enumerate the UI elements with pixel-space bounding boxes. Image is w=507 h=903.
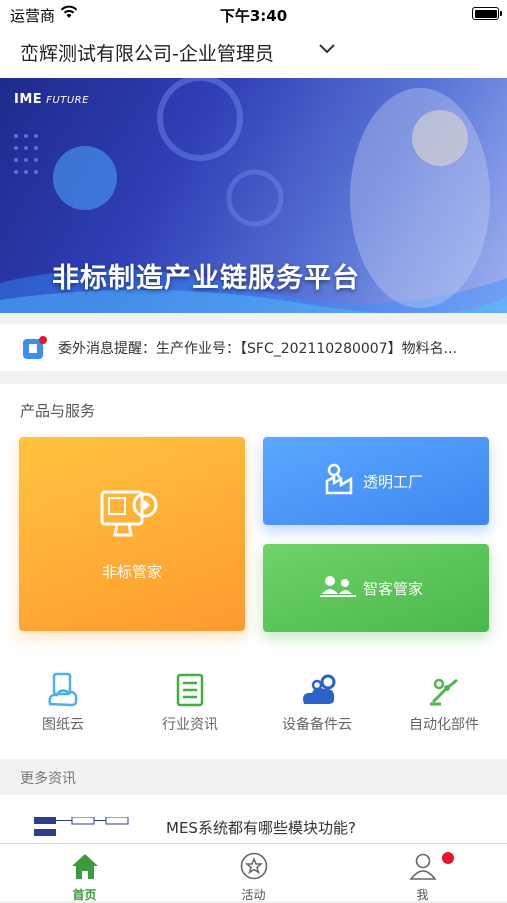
drawing-cloud-icon (48, 672, 78, 707)
card-transparent-factory[interactable]: 透明工厂 (263, 437, 489, 525)
card-label: 智客管家 (363, 580, 424, 598)
article-title: MES系统都有哪些模块功能? (166, 819, 356, 837)
quick-label: 设备备件云 (282, 717, 352, 733)
star-circle-icon (240, 852, 268, 880)
tab-label: 活动 (241, 888, 266, 902)
card-feibiao-guanjia[interactable]: 非标管家 (19, 437, 245, 631)
section-title: 产品与服务 (20, 402, 96, 420)
user-icon (409, 853, 437, 880)
monitor-icon (100, 490, 158, 537)
tab-activity[interactable]: 活动 (169, 848, 338, 902)
quick-industry-news[interactable]: 行业资讯 (127, 668, 253, 738)
newspaper-icon (176, 673, 204, 707)
bottom-tab-bar: 首页 活动 我 (0, 843, 507, 902)
quick-label: 行业资讯 (162, 717, 218, 733)
quick-label: 自动化部件 (409, 717, 479, 733)
promo-banner[interactable]: IME FUTURE 非标制造产业链服务平台 (0, 78, 507, 313)
article-thumbnail (34, 817, 129, 836)
article-item[interactable]: MES系统都有哪些模块功能? (0, 795, 507, 845)
card-zhike-guanjia[interactable]: 智客管家 (263, 544, 489, 632)
products-section: 产品与服务 非标管家 透明工厂 智客管家 图纸云 行业资讯 设备备件云 自动化部… (0, 384, 507, 759)
card-label: 非标管家 (101, 563, 162, 581)
cloud-gear-icon (303, 674, 336, 704)
notice-bar[interactable]: 委外消息提醒：生产作业号：【SFC_202110280007】物料名... (0, 324, 507, 371)
chevron-down-icon[interactable] (318, 42, 336, 56)
tab-label: 我 (416, 888, 429, 902)
more-news-header: 更多资讯 (0, 759, 507, 795)
clock: 下午3:40 (219, 7, 288, 25)
robot-arm-icon (430, 678, 458, 706)
quick-label: 图纸云 (42, 717, 84, 733)
ime-logo: IME FUTURE (14, 92, 89, 107)
header: 峦辉测试有限公司-企业管理员 (0, 28, 507, 78)
quick-drawing-cloud[interactable]: 图纸云 (0, 668, 126, 738)
tab-home[interactable]: 首页 (0, 848, 169, 902)
notification-badge (442, 852, 454, 864)
factory-icon (325, 463, 353, 495)
battery-icon (472, 7, 502, 20)
quick-automation-parts[interactable]: 自动化部件 (381, 668, 507, 738)
notice-icon (23, 336, 47, 359)
status-bar: 运营商 下午3:40 (0, 0, 507, 28)
notice-text: 委外消息提醒：生产作业号：【SFC_202110280007】物料名... (58, 341, 457, 357)
quick-equipment-cloud[interactable]: 设备备件云 (254, 668, 380, 738)
more-news-title: 更多资讯 (20, 771, 76, 787)
banner-title: 非标制造产业链服务平台 (52, 263, 360, 294)
customers-icon (320, 576, 356, 597)
card-label: 透明工厂 (363, 473, 424, 491)
tab-me[interactable]: 我 (338, 848, 507, 902)
company-title[interactable]: 峦辉测试有限公司-企业管理员 (20, 39, 274, 66)
home-icon (72, 854, 98, 879)
tab-label: 首页 (72, 888, 97, 902)
